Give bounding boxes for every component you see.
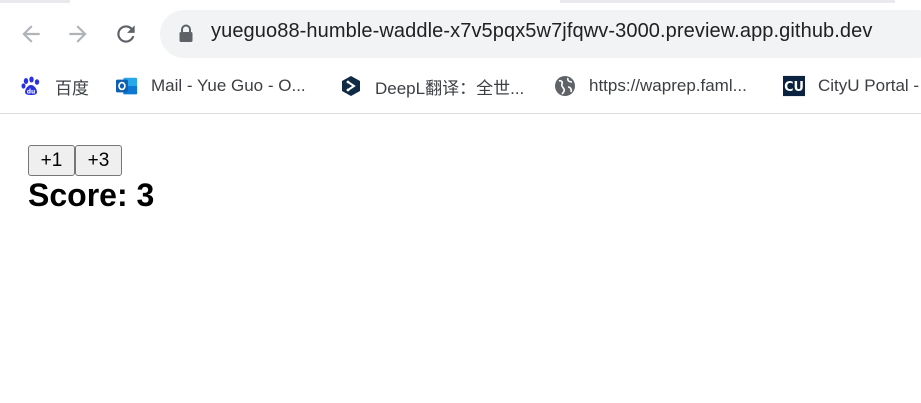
bookmarks-bar: du 百度 Mail - Yue Guo - O... DeepL翻译：全世..… (0, 68, 921, 104)
outlook-icon (116, 75, 138, 97)
globe-icon (554, 75, 576, 97)
arrow-right-icon (69, 25, 87, 43)
svg-text:CU: CU (784, 80, 804, 95)
url-text[interactable]: yueguo88-humble-waddle-x7v5pqx5w7jfqwv-3… (211, 20, 872, 43)
bookmark-label: https://waprep.faml... (589, 76, 747, 95)
cityu-icon: CU (783, 75, 805, 97)
bookmark-mail[interactable]: Mail - Yue Guo - O... (116, 68, 306, 104)
back-button[interactable] (15, 18, 47, 50)
plus-three-button[interactable]: +3 (75, 145, 122, 176)
score-heading: Score: 3 (28, 177, 155, 213)
bookmark-label: Mail - Yue Guo - O... (151, 76, 306, 95)
browser-chrome: yueguo88-humble-waddle-x7v5pqx5w7jfqwv-3… (0, 0, 921, 114)
arrow-left-icon (22, 25, 40, 43)
bookmark-cityu[interactable]: CU CityU Portal - (783, 68, 919, 104)
tab-strip-remnant (0, 0, 921, 4)
deepl-icon (340, 75, 362, 97)
forward-button[interactable] (62, 18, 94, 50)
reload-icon (117, 25, 135, 43)
bookmark-label: 百度 (55, 78, 89, 98)
reload-button[interactable] (110, 18, 142, 50)
page-content: +1 +3 Score: 3 (0, 115, 921, 403)
baidu-paw-icon: du (20, 75, 42, 97)
bookmark-waprep[interactable]: https://waprep.faml... (554, 68, 747, 104)
svg-text:du: du (27, 89, 36, 96)
plus-one-button[interactable]: +1 (28, 145, 75, 176)
bookmark-label: DeepL翻译：全世... (375, 78, 525, 98)
bookmark-deepl[interactable]: DeepL翻译：全世... (340, 68, 524, 104)
bookmark-label: CityU Portal - (818, 76, 920, 95)
bookmark-baidu[interactable]: du 百度 (20, 68, 89, 104)
lock-icon[interactable] (178, 24, 194, 44)
